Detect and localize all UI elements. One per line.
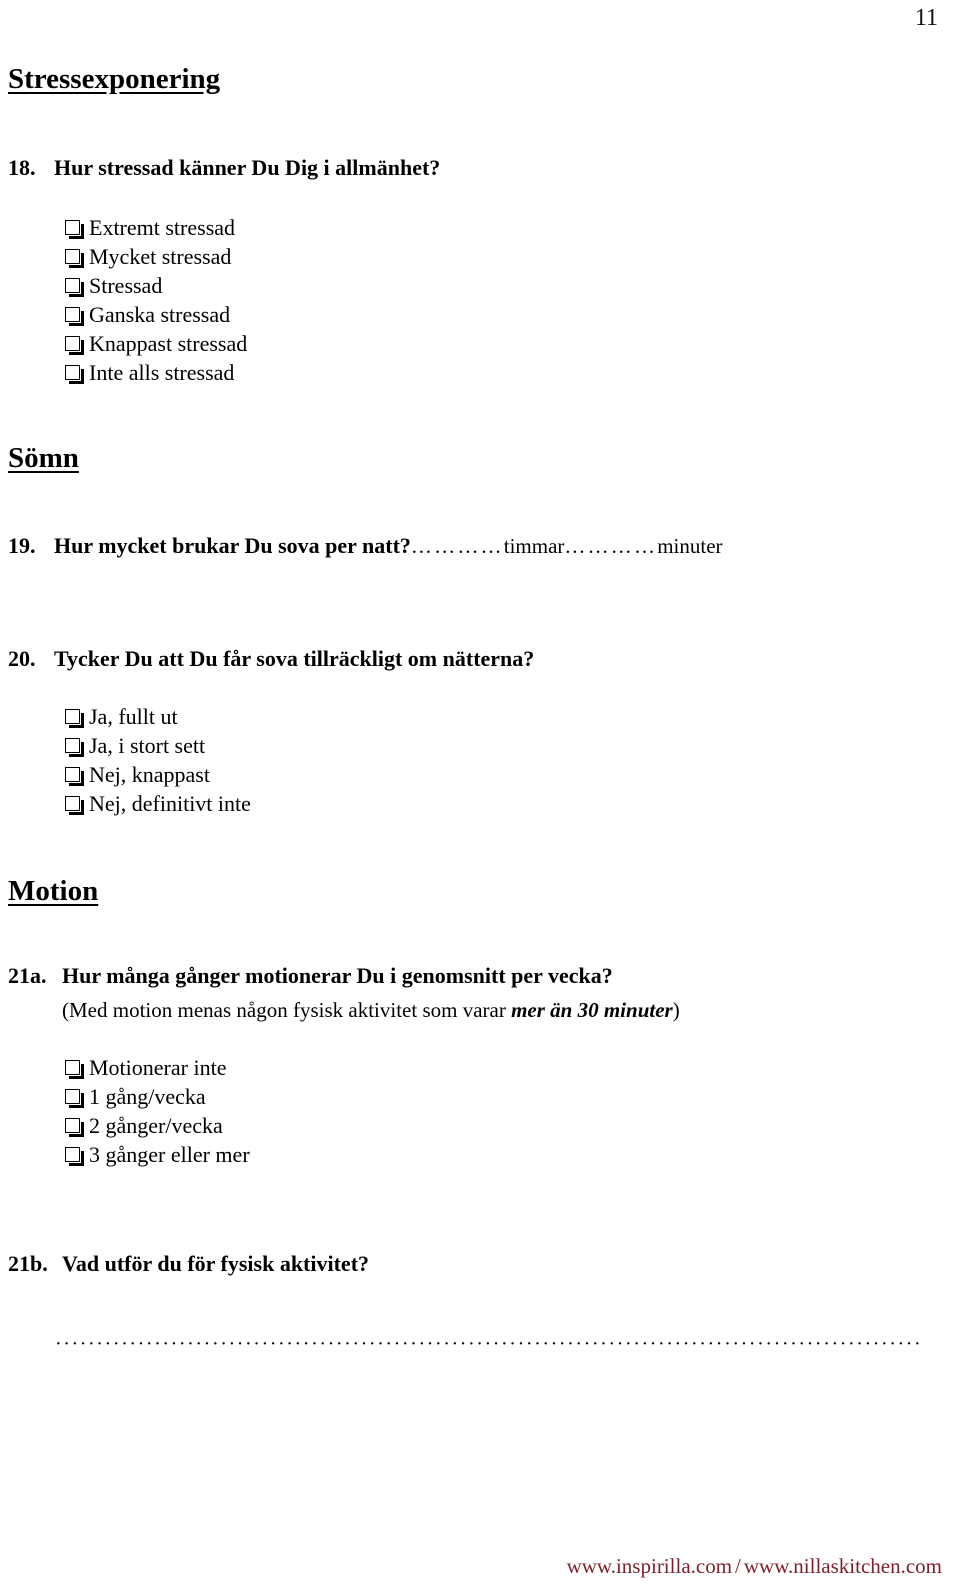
checkbox-empty-icon[interactable] [65,307,84,326]
question-21b: 21b. Vad utför du för fysisk aktivitet? [8,1251,369,1277]
question-20-options: Ja, fullt ut Ja, i stort sett Nej, knapp… [65,702,251,818]
option-item[interactable]: Ganska stressad [65,300,247,329]
question-19: 19. Hur mycket brukar Du sova per natt?……… [8,533,723,559]
question-20-number: 20. [8,646,36,671]
checkbox-empty-icon[interactable] [65,336,84,355]
option-label: 1 gång/vecka [89,1084,206,1109]
option-item[interactable]: 1 gång/vecka [65,1082,250,1111]
footer: www.inspirilla.com / www.nillaskitchen.com [567,1554,942,1579]
option-label: Motionerar inte [89,1055,227,1080]
option-item[interactable]: Ja, fullt ut [65,702,251,731]
checkbox-empty-icon[interactable] [65,1118,84,1137]
subnote-suffix: ) [672,998,680,1022]
option-item[interactable]: Nej, definitivt inte [65,789,251,818]
subnote-prefix: (Med motion menas någon fysisk aktivitet… [62,998,512,1022]
option-label: Knappast stressad [89,331,248,356]
question-21a-options: Motionerar inte 1 gång/vecka 2 gånger/ve… [65,1053,250,1169]
option-item[interactable]: Motionerar inte [65,1053,250,1082]
answer-line-21b[interactable]: ········································… [55,1334,923,1354]
checkbox-empty-icon[interactable] [65,1060,84,1079]
unit-label-minutes: minuter [657,534,723,558]
option-label: Ganska stressad [89,302,231,327]
checkbox-empty-icon[interactable] [65,365,84,384]
question-21a-number: 21a. [8,963,47,988]
checkbox-empty-icon[interactable] [65,220,84,239]
question-21b-number: 21b. [8,1251,48,1276]
question-18-options: Extremt stressad Mycket stressad Stressa… [65,213,247,387]
subnote-emphasis: mer än 30 minuter [511,998,673,1022]
question-20: 20. Tycker Du att Du får sova tillräcklig… [8,646,534,672]
option-item[interactable]: Nej, knappast [65,760,251,789]
question-21a-subnote: (Med motion menas någon fysisk aktivitet… [62,998,680,1023]
option-label: 3 gånger eller mer [89,1142,250,1167]
checkbox-empty-icon[interactable] [65,796,84,815]
checkbox-empty-icon[interactable] [65,767,84,786]
question-19-text: Hur mycket brukar Du sova per natt? [54,533,411,558]
option-label: Extremt stressad [89,215,236,240]
option-item[interactable]: Extremt stressad [65,213,247,242]
question-18-text: Hur stressad känner Du Dig i allmänhet? [54,155,441,180]
option-item[interactable]: 2 gånger/vecka [65,1111,250,1140]
option-label: Inte alls stressad [89,360,235,385]
section-heading-exercise: Motion [8,875,99,907]
section-heading-sleep: Sömn [8,442,79,474]
footer-link-inspirilla[interactable]: www.inspirilla.com [567,1554,732,1578]
checkbox-empty-icon[interactable] [65,1147,84,1166]
option-label: Ja, i stort sett [89,733,206,758]
checkbox-empty-icon[interactable] [65,1089,84,1108]
answer-blank-minutes[interactable]: ………… [564,534,657,558]
unit-label-hours: timmar [503,534,565,558]
option-item[interactable]: Inte alls stressad [65,358,247,387]
question-21a: 21a. Hur många gånger motionerar Du i gen… [8,963,613,989]
checkbox-empty-icon[interactable] [65,249,84,268]
question-21b-text: Vad utför du för fysisk aktivitet? [62,1251,370,1276]
answer-blank-hours[interactable]: ………… [411,534,504,558]
option-label: 2 gånger/vecka [89,1113,223,1138]
document-page: 11 Stressexponering 18. Hur stressad känn… [0,0,960,1589]
page-number: 11 [914,5,938,31]
question-18-number: 18. [8,155,36,180]
option-item[interactable]: Mycket stressad [65,242,247,271]
checkbox-empty-icon[interactable] [65,278,84,297]
footer-separator: / [735,1553,741,1578]
checkbox-empty-icon[interactable] [65,738,84,757]
option-item[interactable]: Knappast stressad [65,329,247,358]
option-label: Ja, fullt ut [89,704,178,729]
section-heading-stress: Stressexponering [8,63,221,95]
question-20-text: Tycker Du att Du får sova tillräckligt o… [54,646,535,671]
option-item[interactable]: Ja, i stort sett [65,731,251,760]
checkbox-empty-icon[interactable] [65,709,84,728]
option-item[interactable]: Stressad [65,271,247,300]
option-label: Mycket stressad [89,244,232,269]
option-label: Stressad [89,273,163,298]
footer-link-nillaskitchen[interactable]: www.nillaskitchen.com [744,1554,942,1578]
option-item[interactable]: 3 gånger eller mer [65,1140,250,1169]
option-label: Nej, definitivt inte [89,791,251,816]
question-18: 18. Hur stressad känner Du Dig i allmänhe… [8,155,440,181]
question-21a-text: Hur många gånger motionerar Du i genomsn… [62,963,613,988]
question-19-number: 19. [8,533,36,558]
option-label: Nej, knappast [89,762,210,787]
